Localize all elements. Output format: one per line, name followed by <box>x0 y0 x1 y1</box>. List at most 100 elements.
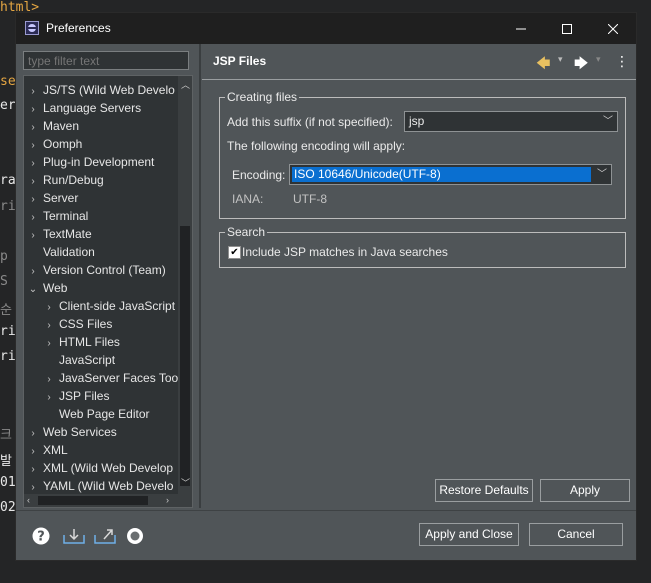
tree-item[interactable]: › JavaServer Faces Tool <box>43 369 181 387</box>
encoding-note: The following encoding will apply: <box>227 139 406 153</box>
tree-item[interactable]: › Terminal <box>27 207 88 225</box>
tree-item-label: CSS Files <box>59 317 113 331</box>
tree-item-label: JSP Files <box>59 389 110 403</box>
cancel-button[interactable]: Cancel <box>529 523 623 546</box>
scroll-left-icon[interactable]: ‹ <box>27 495 30 505</box>
tree-item[interactable]: Validation <box>27 243 95 261</box>
filter-input[interactable] <box>23 51 189 70</box>
apply-button[interactable]: Apply <box>540 479 630 502</box>
chevron-down-icon[interactable]: ⌄ <box>27 281 39 299</box>
include-jsp-label[interactable]: Include JSP matches in Java searches <box>242 245 448 259</box>
tree-item-label: TextMate <box>43 227 92 241</box>
scroll-down-icon[interactable]: ﹀ <box>181 476 190 489</box>
tree-item-label: YAML (Wild Web Develo <box>43 479 174 493</box>
tree-item[interactable]: Web Page Editor <box>43 405 150 423</box>
tree-item-label: Client-side JavaScript <box>59 299 176 313</box>
iana-label: IANA: <box>232 192 264 206</box>
tree-item-label: Oomph <box>43 137 83 151</box>
tree-item[interactable]: › JSP Files <box>43 387 109 405</box>
help-icon[interactable]: ? <box>32 527 50 545</box>
tree-item-label: XML (Wild Web Develop <box>43 461 174 475</box>
suffix-value: jsp <box>409 114 425 128</box>
chevron-down-icon[interactable]: ▾ <box>558 54 563 65</box>
tree-item[interactable]: › HTML Files <box>43 333 120 351</box>
eclipse-icon <box>25 21 39 35</box>
close-icon <box>608 23 618 34</box>
back-arrow-icon[interactable]: 🡄 <box>536 53 550 77</box>
tree-item[interactable]: › XML <box>27 441 68 459</box>
tree-item[interactable]: › YAML (Wild Web Develo <box>27 477 173 495</box>
tree-item-label: Web <box>43 281 68 295</box>
scroll-up-icon[interactable]: ︿ <box>181 78 190 91</box>
title-bar[interactable]: Preferences <box>16 13 636 44</box>
encoding-combo[interactable]: ISO 10646/Unicode(UTF-8) ﹀ <box>289 164 612 185</box>
include-jsp-checkbox[interactable]: ✔ <box>228 246 241 259</box>
page-title: JSP Files <box>213 54 267 68</box>
bg-code-line: 발 <box>0 454 12 469</box>
tree-item-label: Validation <box>43 245 95 259</box>
tree-item[interactable]: › Oomph <box>27 135 82 153</box>
tree-item[interactable]: ⌄ Web <box>27 279 68 299</box>
header-separator <box>202 79 636 80</box>
preferences-dialog: Preferences ›JS/TS (Wild Web Develo›Lang… <box>15 12 637 561</box>
tree-item-label: Run/Debug <box>43 173 104 187</box>
maximize-button[interactable] <box>544 13 590 44</box>
footer-separator <box>16 510 636 511</box>
restore-defaults-button[interactable]: Restore Defaults <box>435 479 533 502</box>
tree-item[interactable]: › Web Services <box>27 423 116 441</box>
tree-item-label: Language Servers <box>43 101 142 115</box>
scrollbar-thumb[interactable] <box>38 496 148 505</box>
tree-item-label: JavaScript <box>59 353 116 367</box>
tree-item[interactable]: › CSS Files <box>43 315 112 333</box>
chevron-down-icon[interactable]: ﹀ <box>593 165 611 184</box>
tree-item-label: Maven <box>43 119 80 133</box>
tree-item[interactable]: › Client-side JavaScript <box>43 297 175 315</box>
close-button[interactable] <box>590 13 636 44</box>
export-icon[interactable] <box>94 527 116 545</box>
tree-item-label: XML <box>43 443 68 457</box>
chevron-down-icon[interactable]: ▾ <box>596 54 601 65</box>
scroll-right-icon[interactable]: › <box>166 495 169 505</box>
dialog-title: Preferences <box>46 21 111 35</box>
tree-item[interactable]: › Run/Debug <box>27 171 104 189</box>
tree-item[interactable]: JavaScript <box>43 351 115 369</box>
tree-item-label: Server <box>43 191 79 205</box>
chevron-down-icon[interactable]: ﹀ <box>599 112 617 131</box>
tree-item[interactable]: › TextMate <box>27 225 92 243</box>
tree-horizontal-scrollbar[interactable]: ‹ › <box>24 494 178 507</box>
tree-item[interactable]: › XML (Wild Web Develop <box>27 459 173 477</box>
bg-code-line: ri <box>0 324 16 339</box>
oomph-record-icon[interactable] <box>126 527 144 545</box>
tree-item[interactable]: › Version Control (Team) <box>27 261 166 279</box>
creating-files-legend: Creating files <box>225 90 300 104</box>
bg-code-line: 크 <box>0 428 12 443</box>
preference-tree[interactable]: › JS/TS (Wild Web Develo › Language Servers… <box>23 75 193 508</box>
bg-code-line: ri <box>0 349 16 364</box>
bg-code-line: ri <box>0 199 16 214</box>
suffix-combo[interactable]: jsp ﹀ <box>404 111 618 132</box>
scrollbar-thumb[interactable] <box>180 226 190 486</box>
tree-item-label: JS/TS (Wild Web Develo <box>43 83 175 97</box>
minimize-button[interactable] <box>498 13 544 44</box>
tree-item[interactable]: › Maven <box>27 117 79 135</box>
search-legend: Search <box>225 225 268 239</box>
tree-item[interactable]: › JS/TS (Wild Web Develo <box>27 81 175 99</box>
pane-divider[interactable] <box>199 44 201 508</box>
import-icon[interactable] <box>63 527 85 545</box>
forward-arrow-icon[interactable]: 🡆 <box>574 53 588 77</box>
iana-value: UTF-8 <box>293 192 327 206</box>
maximize-icon <box>562 23 572 34</box>
tree-item[interactable]: › Plug-in Development <box>27 153 154 171</box>
tree-item[interactable]: › Language Servers <box>27 99 141 117</box>
tree-item[interactable]: › Server <box>27 189 78 207</box>
apply-and-close-button[interactable]: Apply and Close <box>419 523 519 546</box>
encoding-value: ISO 10646/Unicode(UTF-8) <box>292 167 591 182</box>
tree-item-label: Plug-in Development <box>43 155 155 169</box>
bg-code-line: S <box>0 274 8 289</box>
encoding-label: Encoding: <box>232 168 286 182</box>
tree-item-label: JavaServer Faces Tool <box>59 371 181 385</box>
tree-item-label: Version Control (Team) <box>43 263 166 277</box>
more-menu-icon[interactable]: ⋮ <box>615 53 629 70</box>
bg-code-line: 순 <box>0 303 12 318</box>
tree-vertical-scrollbar[interactable]: ︿ ﹀ <box>178 76 192 507</box>
